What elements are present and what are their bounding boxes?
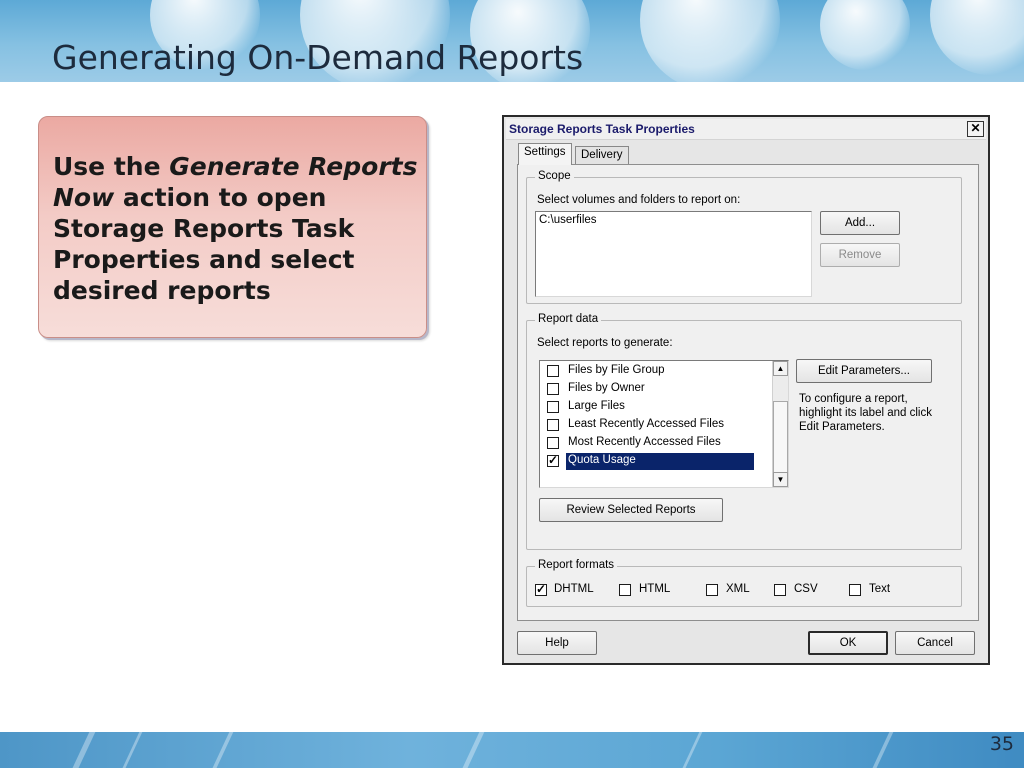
slide-title: Generating On-Demand Reports — [52, 38, 584, 77]
edit-parameters-hint: To configure a report, highlight its lab… — [799, 393, 932, 433]
reports-listbox[interactable]: Files by File Group Files by Owner Large… — [539, 360, 789, 488]
reports-scrollbar[interactable]: ▲ ▼ — [772, 361, 788, 487]
slide-header-band: Generating On-Demand Reports — [0, 0, 1024, 82]
format-label-dhtml[interactable]: DHTML — [554, 583, 594, 595]
format-label-xml[interactable]: XML — [726, 583, 750, 595]
format-checkbox-csv[interactable] — [774, 584, 786, 596]
report-checkbox[interactable] — [547, 419, 559, 431]
report-label[interactable]: Quota Usage — [566, 453, 754, 470]
report-row-files-by-owner[interactable]: Files by Owner — [540, 380, 770, 398]
decorative-bubble — [640, 0, 780, 82]
tab-delivery[interactable]: Delivery — [575, 146, 629, 165]
report-checkbox[interactable] — [547, 365, 559, 377]
tab-settings[interactable]: Settings — [518, 143, 572, 165]
edit-parameters-button[interactable]: Edit Parameters... — [796, 359, 932, 383]
format-checkbox-html[interactable] — [619, 584, 631, 596]
scope-group: Scope Select volumes and folders to repo… — [526, 170, 962, 304]
scroll-up-arrow-icon[interactable]: ▲ — [773, 361, 788, 376]
dialog-title: Storage Reports Task Properties — [509, 122, 695, 136]
close-icon[interactable]: ✕ — [967, 121, 984, 137]
decorative-bubble — [820, 0, 910, 70]
format-label-text[interactable]: Text — [869, 583, 890, 595]
decorative-streak — [456, 732, 489, 768]
settings-tab-panel: Scope Select volumes and folders to repo… — [517, 164, 979, 621]
add-button[interactable]: Add... — [820, 211, 900, 235]
page-number: 35 — [989, 733, 1014, 755]
storage-reports-dialog: Storage Reports Task Properties ✕ Settin… — [502, 115, 990, 665]
report-row-quota-usage[interactable]: Quota Usage — [540, 452, 770, 470]
format-checkbox-dhtml[interactable] — [535, 582, 547, 596]
report-label[interactable]: Large Files — [566, 400, 627, 412]
help-button[interactable]: Help — [517, 631, 597, 655]
format-checkbox-text[interactable] — [849, 584, 861, 596]
report-row-large-files[interactable]: Large Files — [540, 398, 770, 416]
report-checkbox[interactable] — [547, 383, 559, 395]
decorative-streak — [676, 732, 707, 768]
review-selected-reports-button[interactable]: Review Selected Reports — [539, 498, 723, 522]
decorative-streak — [206, 732, 238, 768]
scope-group-label: Scope — [535, 170, 574, 182]
scroll-down-arrow-icon[interactable]: ▼ — [773, 472, 788, 487]
format-label-html[interactable]: HTML — [639, 583, 670, 595]
report-formats-group-label: Report formats — [535, 559, 618, 571]
dialog-titlebar[interactable]: Storage Reports Task Properties ✕ — [506, 119, 986, 140]
report-data-group: Report data Select reports to generate: … — [526, 313, 962, 550]
report-label[interactable]: Files by File Group — [566, 364, 667, 376]
callout-text: Use the Generate Reports Now action to o… — [53, 151, 423, 306]
report-checkbox[interactable] — [547, 437, 559, 449]
report-label[interactable]: Files by Owner — [566, 382, 647, 394]
scroll-thumb[interactable] — [773, 401, 788, 481]
report-data-group-label: Report data — [535, 313, 602, 325]
report-checkbox[interactable] — [547, 401, 559, 413]
decorative-streak — [116, 732, 147, 768]
scope-listbox[interactable]: C:\userfiles — [535, 211, 812, 297]
format-label-csv[interactable]: CSV — [794, 583, 818, 595]
report-formats-group: Report formats DHTML HTML XML CSV Text — [526, 559, 962, 607]
slide-footer-band: 35 — [0, 732, 1024, 768]
decorative-bubble — [930, 0, 1024, 75]
scope-prompt: Select volumes and folders to report on: — [537, 194, 741, 206]
report-label[interactable]: Least Recently Accessed Files — [566, 418, 726, 430]
report-label[interactable]: Most Recently Accessed Files — [566, 436, 723, 448]
report-row-files-by-file-group[interactable]: Files by File Group — [540, 362, 770, 380]
instruction-callout: Use the Generate Reports Now action to o… — [38, 116, 427, 338]
decorative-streak — [66, 732, 100, 768]
report-checkbox-checked[interactable] — [547, 453, 559, 467]
callout-text-before: Use the — [53, 152, 170, 181]
format-checkbox-xml[interactable] — [706, 584, 718, 596]
remove-button[interactable]: Remove — [820, 243, 900, 267]
decorative-streak — [866, 732, 898, 768]
report-row-least-recently-accessed[interactable]: Least Recently Accessed Files — [540, 416, 770, 434]
scope-item[interactable]: C:\userfiles — [539, 214, 597, 226]
ok-button[interactable]: OK — [808, 631, 888, 655]
cancel-button[interactable]: Cancel — [895, 631, 975, 655]
report-data-prompt: Select reports to generate: — [537, 337, 673, 349]
report-row-most-recently-accessed[interactable]: Most Recently Accessed Files — [540, 434, 770, 452]
